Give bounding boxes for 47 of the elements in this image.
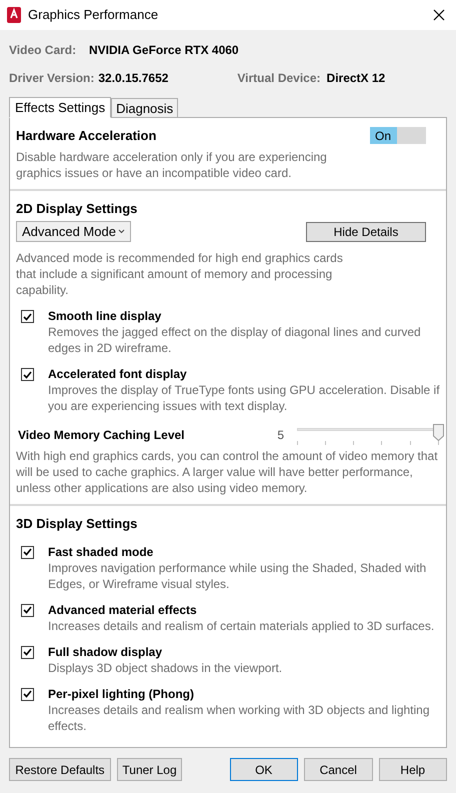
option-label: Advanced material effects bbox=[48, 602, 198, 618]
dialog-button[interactable]: Restore Defaults bbox=[9, 758, 111, 781]
option-label: Per-pixel lighting (Phong) bbox=[48, 686, 195, 702]
mode-dropdown[interactable]: Advanced Mode bbox=[16, 221, 131, 242]
hide-details-button[interactable]: Hide Details bbox=[306, 222, 426, 242]
option-description: Improves the display of TrueType fonts using GPU acceleration. Disable if you are experiencing issues with text display. bbox=[48, 382, 440, 414]
section-title: 2D Display Settings bbox=[16, 200, 138, 218]
dialog-button[interactable]: Help bbox=[378, 758, 448, 781]
option-label: Full shadow display bbox=[48, 644, 164, 660]
slider-reading: 5 bbox=[277, 427, 286, 444]
option-label: Accelerated font display bbox=[48, 366, 188, 382]
tab[interactable]: Effects Settings bbox=[9, 97, 112, 118]
checkbox[interactable] bbox=[21, 646, 34, 658]
section-description: Advanced mode is recommended for high end graphics cards that include a significant amount of memory and processing capability. bbox=[16, 250, 344, 298]
section-description: With high end graphics cards, you can control the amount of video memory that will be used to cache graphics. A larger value will have better performance, unless other applications are also using video memory. bbox=[16, 448, 439, 496]
section-title: 3D Display Settings bbox=[16, 515, 138, 533]
option-description: Increases details and realism when working with 3D objects and lighting effects. bbox=[48, 702, 431, 734]
checkbox[interactable] bbox=[21, 310, 34, 323]
close-icon[interactable] bbox=[433, 9, 445, 21]
checkbox[interactable] bbox=[21, 604, 34, 616]
option-description: Removes the jagged effect on the display of diagonal lines and curved edges in 2D wireframe. bbox=[48, 324, 422, 356]
dialog-button[interactable]: Cancel bbox=[304, 758, 373, 781]
chevron-down-icon bbox=[118, 229, 125, 234]
dialog-button[interactable]: Tuner Log bbox=[116, 758, 182, 781]
toggle-switch[interactable]: On bbox=[370, 127, 426, 144]
section-title: Hardware Acceleration bbox=[16, 127, 156, 145]
option-description: Displays 3D object shadows in the viewport. bbox=[48, 660, 282, 676]
option-label: Smooth line display bbox=[48, 308, 162, 324]
option-label: Fast shaded mode bbox=[48, 544, 154, 560]
field-label: Virtual Device: bbox=[237, 70, 321, 87]
section-description: Disable hardware acceleration only if you are experiencing graphics issues or have an incompatible video card. bbox=[16, 148, 328, 180]
field-label: Video Card: bbox=[9, 42, 78, 59]
field-value: 32.0.15.7652 bbox=[98, 70, 170, 87]
tab[interactable]: Diagnosis bbox=[111, 98, 178, 117]
dialog-button[interactable]: OK bbox=[230, 758, 298, 781]
option-description: Increases details and realism of certain materials applied to 3D surfaces. bbox=[48, 618, 434, 634]
checkbox[interactable] bbox=[21, 688, 34, 700]
window-title: Graphics Performance bbox=[28, 6, 158, 24]
field-label: Driver Version: bbox=[9, 70, 94, 87]
checkbox[interactable] bbox=[21, 546, 34, 558]
checkbox[interactable] bbox=[21, 368, 34, 381]
field-value: DirectX 12 bbox=[326, 70, 386, 87]
slider-thumb[interactable] bbox=[432, 424, 444, 441]
app-logo-icon bbox=[7, 7, 21, 23]
field-value: NVIDIA GeForce RTX 4060 bbox=[89, 42, 239, 59]
option-description: Improves navigation performance while using the Shaded, Shaded with Edges, or Wireframe visual styles. bbox=[48, 560, 428, 592]
slider-label: Video Memory Caching Level bbox=[18, 427, 186, 444]
